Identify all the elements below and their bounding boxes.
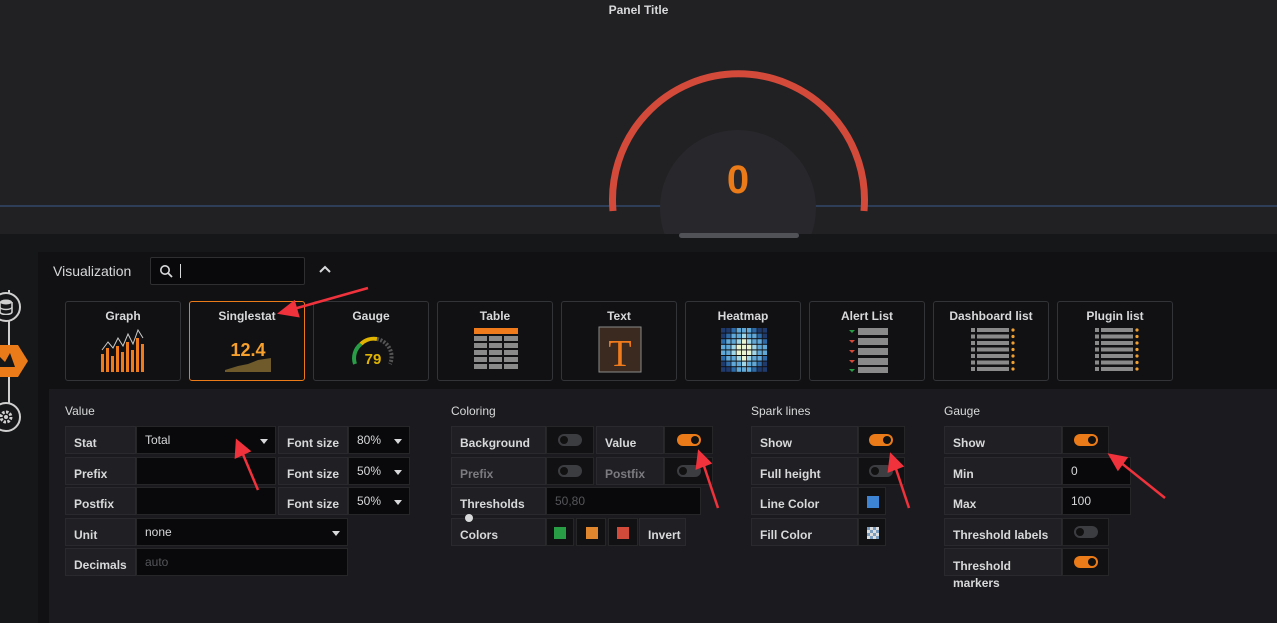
annotation-arrows bbox=[234, 286, 1166, 522]
arrow-to-value-toggle bbox=[701, 462, 720, 509]
arrow-to-singlestat bbox=[289, 286, 369, 312]
arrow-to-stat bbox=[240, 451, 260, 491]
mouse-cursor bbox=[465, 514, 473, 522]
arrow-to-gauge-show bbox=[1119, 461, 1166, 499]
arrow-to-full-height bbox=[893, 465, 911, 509]
